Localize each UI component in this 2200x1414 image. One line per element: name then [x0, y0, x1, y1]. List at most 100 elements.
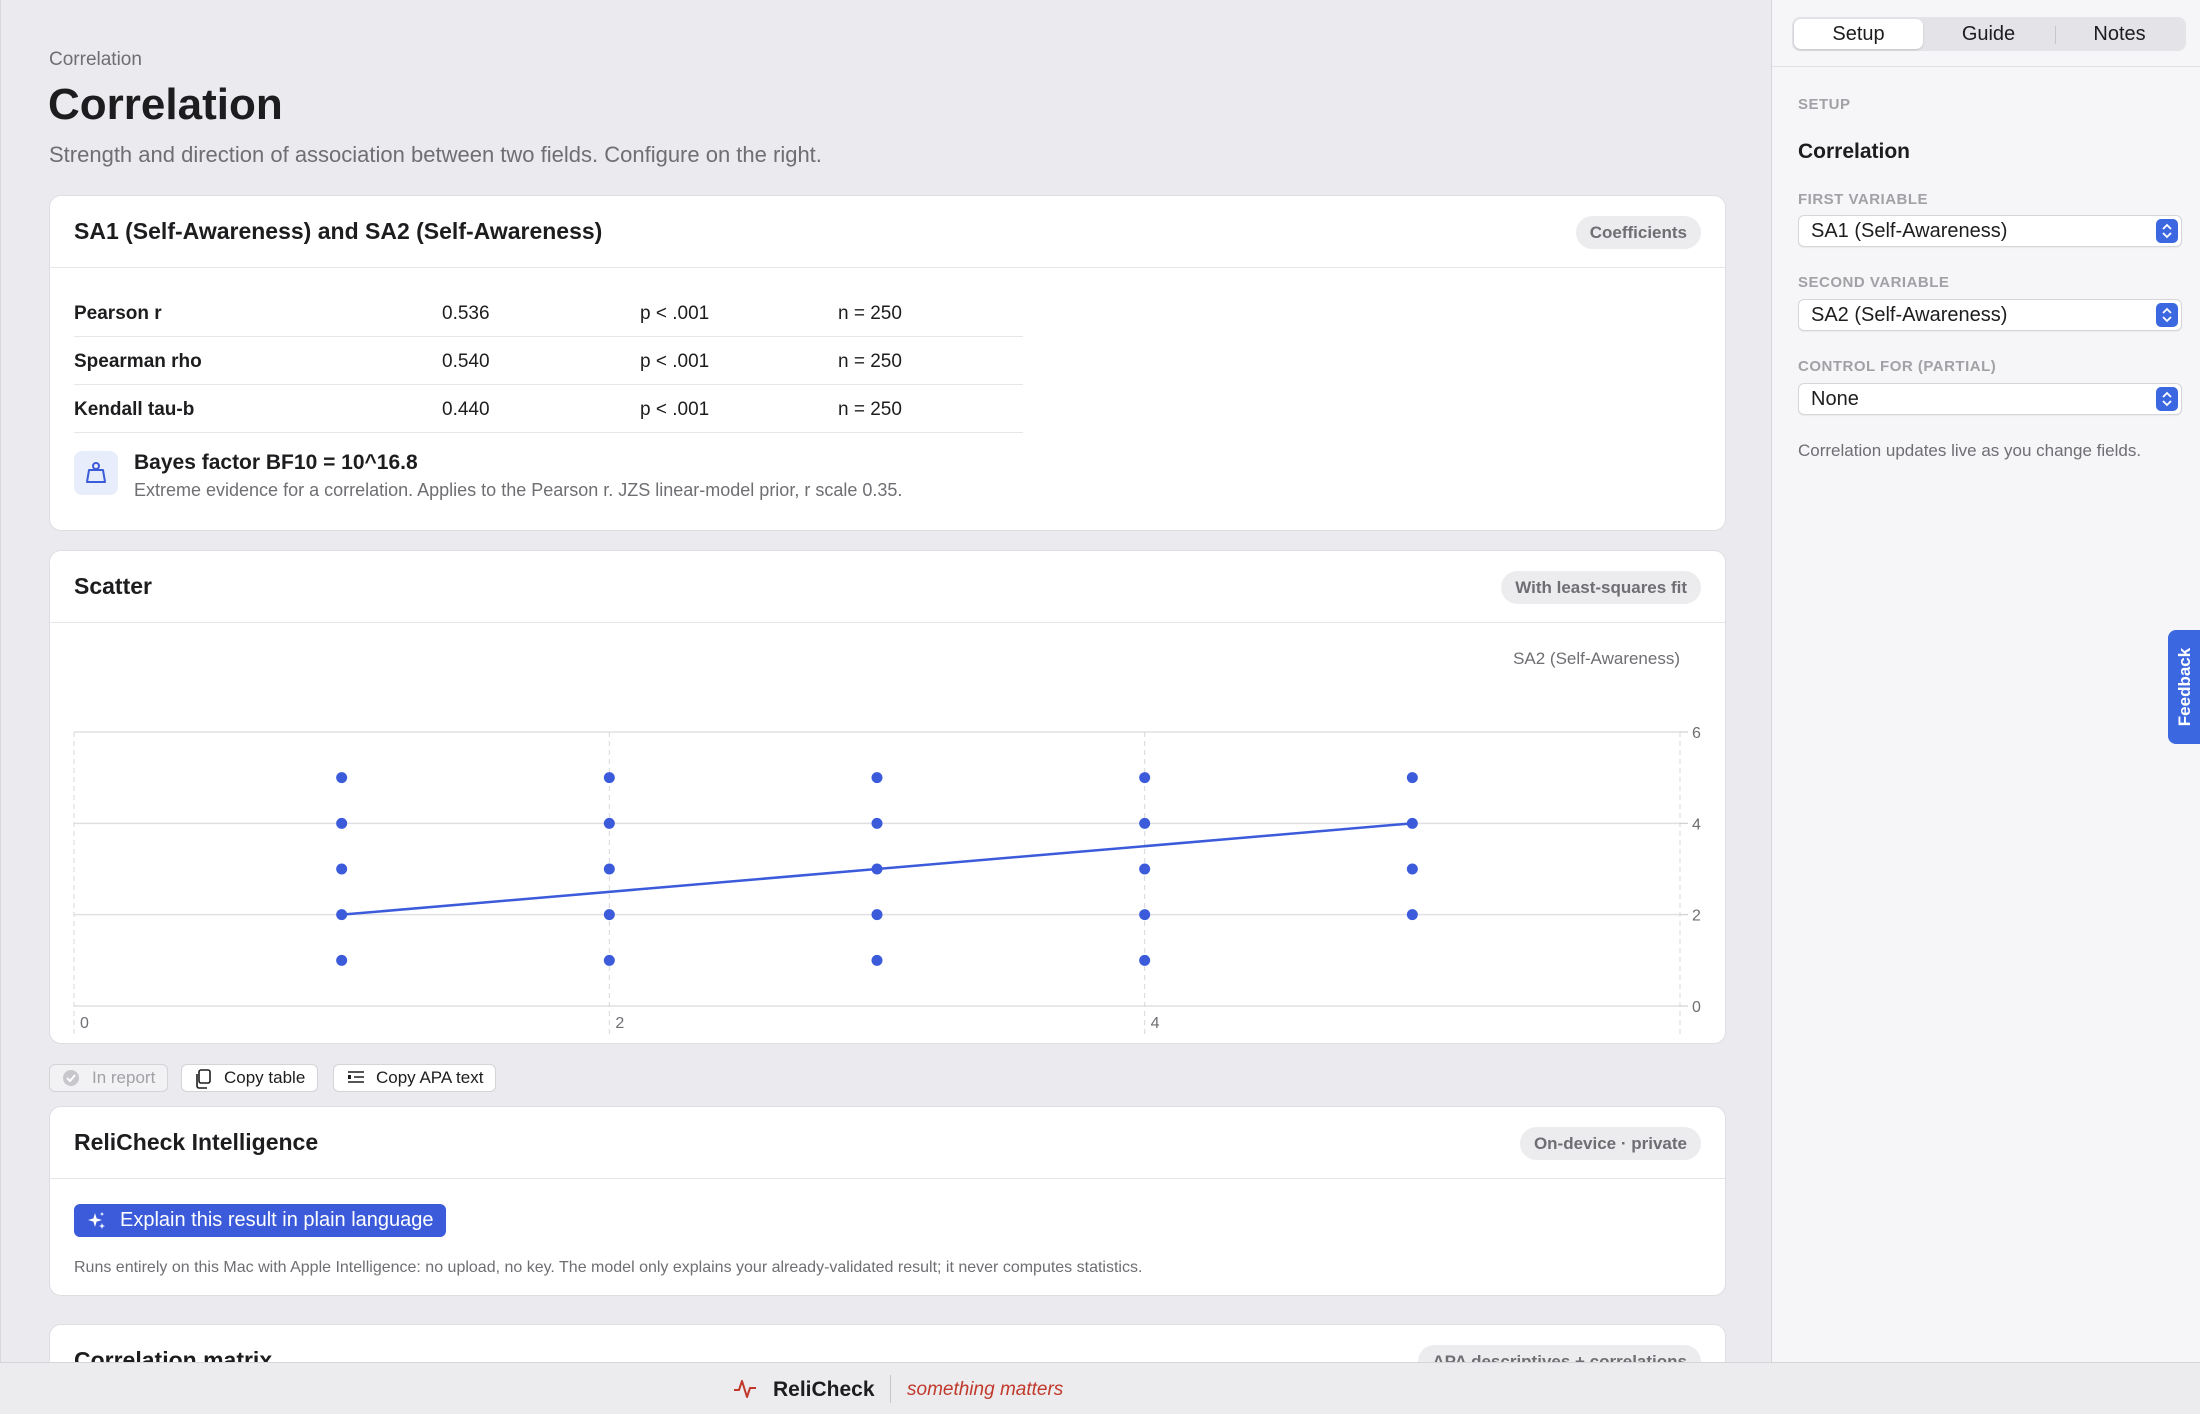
coef-n: n = 250 [838, 351, 902, 372]
coef-value: 0.536 [442, 303, 490, 324]
second-variable-value: SA2 (Self-Awareness) [1811, 304, 2008, 326]
data-point [1406, 909, 1418, 921]
footer-divider [890, 1375, 891, 1403]
explain-result-button[interactable]: Explain this result in plain language [74, 1204, 446, 1237]
data-point [1139, 817, 1151, 829]
x-tick-label: 2 [615, 1015, 624, 1032]
y-tick-label: 2 [1692, 908, 1701, 925]
panel-tabs: Setup Guide Notes [1792, 17, 2186, 51]
data-point [336, 863, 348, 875]
table-row: Kendall tau-b 0.440 p < .001 n = 250 [74, 385, 1023, 433]
x-tick-label: 0 [80, 1015, 89, 1032]
page-subtitle: Strength and direction of association be… [49, 142, 822, 167]
bayes-description: Extreme evidence for a correlation. Appl… [134, 480, 903, 500]
second-variable-label: SECOND VARIABLE [1798, 274, 1950, 291]
intelligence-card: ReliCheck Intelligence On-device · priva… [49, 1106, 1726, 1296]
coef-value: 0.540 [442, 351, 490, 372]
matrix-badge: APA descriptives + correlations [1418, 1345, 1701, 1362]
coef-value: 0.440 [442, 399, 490, 420]
table-row: Spearman rho 0.540 p < .001 n = 250 [74, 337, 1023, 385]
data-point [1139, 909, 1151, 921]
data-point [603, 863, 615, 875]
data-point [871, 863, 883, 875]
matrix-card-title: Correlation matrix [74, 1347, 273, 1362]
data-point [871, 954, 883, 966]
text-quote-icon [348, 1071, 364, 1083]
in-report-button[interactable]: In report [49, 1064, 169, 1092]
scatter-card-title: Scatter [74, 573, 152, 599]
explain-result-label: Explain this result in plain language [120, 1209, 434, 1231]
coef-name: Pearson r [74, 303, 162, 324]
second-variable-select[interactable]: SA2 (Self-Awareness) [1798, 299, 2182, 331]
footer-tagline: something matters [907, 1379, 1064, 1400]
setup-caption: SETUP [1798, 96, 1851, 113]
panel-divider [1772, 66, 2200, 67]
copy-apa-button[interactable]: Copy APA text [333, 1064, 497, 1092]
check-circle-icon [63, 1070, 79, 1086]
coef-p: p < .001 [640, 303, 710, 324]
first-variable-select[interactable]: SA1 (Self-Awareness) [1798, 215, 2182, 247]
inspector-panel: Setup Guide Notes SETUP Correlation FIRS… [1771, 0, 2200, 1362]
matrix-card-header: Correlation matrix APA descriptives + co… [50, 1325, 1725, 1362]
breadcrumb: Correlation [49, 49, 142, 70]
table-row: Pearson r 0.536 p < .001 n = 250 [74, 289, 1023, 337]
tab-setup[interactable]: Setup [1794, 19, 1923, 49]
y-tick-label: 0 [1692, 999, 1701, 1016]
copy-apa-label: Copy APA text [376, 1068, 484, 1087]
data-point [871, 909, 883, 921]
setup-note: Correlation updates live as you change f… [1798, 441, 2142, 460]
data-point [1139, 863, 1151, 875]
weight-icon [74, 451, 118, 495]
coef-n: n = 250 [838, 399, 902, 420]
first-variable-value: SA1 (Self-Awareness) [1811, 220, 2008, 242]
in-report-label: In report [92, 1068, 156, 1087]
control-variable-select[interactable]: None [1798, 383, 2182, 415]
coef-p: p < .001 [640, 351, 710, 372]
data-point [336, 954, 348, 966]
y-tick-label: 4 [1692, 816, 1701, 833]
coef-name: Kendall tau-b [74, 399, 195, 420]
feedback-label: Feedback [2175, 647, 2194, 727]
intelligence-card-title: ReliCheck Intelligence [74, 1129, 319, 1155]
main-content: Correlation Correlation Strength and dir… [0, 0, 1771, 1362]
footer-brand: ReliCheck [773, 1378, 875, 1401]
data-point [871, 817, 883, 829]
chevron-updown-icon [2156, 387, 2178, 411]
tab-guide[interactable]: Guide [1924, 19, 2053, 49]
bayes-title: Bayes factor BF10 = 10^16.8 [134, 451, 418, 474]
chevron-updown-icon [2156, 219, 2178, 243]
control-variable-value: None [1811, 388, 1859, 410]
data-point [336, 817, 348, 829]
data-point [1406, 863, 1418, 875]
pulse-icon [734, 1380, 756, 1398]
data-point [603, 909, 615, 921]
page-title: Correlation [48, 80, 283, 129]
data-point [1139, 954, 1151, 966]
copy-table-button[interactable]: Copy table [181, 1064, 319, 1092]
feedback-tab[interactable]: Feedback [2168, 630, 2200, 744]
copy-icon [196, 1069, 211, 1089]
coefficients-card-header: SA1 (Self-Awareness) and SA2 (Self-Aware… [50, 196, 1725, 268]
matrix-card: Correlation matrix APA descriptives + co… [49, 1324, 1726, 1362]
scatter-badge: With least-squares fit [1501, 571, 1701, 604]
x-tick-label: 4 [1151, 1015, 1160, 1032]
sparkles-icon [88, 1212, 105, 1229]
control-variable-label: CONTROL FOR (PARTIAL) [1798, 358, 1997, 375]
tab-notes[interactable]: Notes [2055, 19, 2184, 49]
coef-p: p < .001 [640, 399, 710, 420]
coefficients-card-title: SA1 (Self-Awareness) and SA2 (Self-Aware… [74, 218, 603, 244]
coefficients-card: SA1 (Self-Awareness) and SA2 (Self-Aware… [49, 195, 1726, 531]
data-point [336, 909, 348, 921]
scatter-chart: 0246024SA2 (Self-Awareness)SA1 (Self-Awa… [73, 649, 1701, 1034]
coefficients-badge: Coefficients [1575, 216, 1701, 249]
data-point [603, 772, 615, 784]
scatter-card-header: Scatter With least-squares fit [50, 551, 1725, 623]
data-point [603, 954, 615, 966]
coefficients-table: Pearson r 0.536 p < .001 n = 250 Spearma… [74, 289, 1023, 433]
intelligence-badge: On-device · private [1519, 1127, 1701, 1160]
setup-title: Correlation [1798, 140, 1911, 163]
intelligence-note: Runs entirely on this Mac with Apple Int… [74, 1259, 1143, 1276]
footer-bar: ReliCheck something matters [0, 1362, 2200, 1414]
first-variable-label: FIRST VARIABLE [1798, 191, 1929, 208]
data-point [871, 772, 883, 784]
